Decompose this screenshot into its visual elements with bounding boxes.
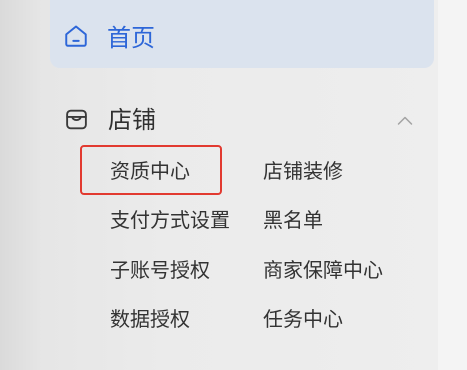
sidebar-item-home[interactable]: 首页 [50, 0, 434, 68]
submenu-item-payment-settings[interactable]: 支付方式设置 [110, 196, 263, 245]
home-icon [63, 23, 89, 49]
sidebar-group-store-label: 店铺 [108, 106, 156, 134]
highlight-frame [80, 145, 222, 195]
submenu-item-data-auth[interactable]: 数据授权 [110, 295, 263, 344]
sidebar-group-store[interactable]: 店铺 [60, 104, 430, 136]
submenu-item-task-center[interactable]: 任务中心 [263, 295, 453, 344]
sidebar-item-home-label: 首页 [107, 24, 155, 52]
chevron-up-icon[interactable] [397, 111, 413, 125]
submenu-item-sub-account-auth[interactable]: 子账号授权 [110, 246, 263, 295]
submenu-item-merchant-protection[interactable]: 商家保障中心 [263, 246, 453, 295]
submenu-item-store-decoration[interactable]: 店铺装修 [263, 147, 453, 196]
store-icon [64, 107, 89, 132]
submenu-item-blacklist[interactable]: 黑名单 [263, 196, 453, 245]
